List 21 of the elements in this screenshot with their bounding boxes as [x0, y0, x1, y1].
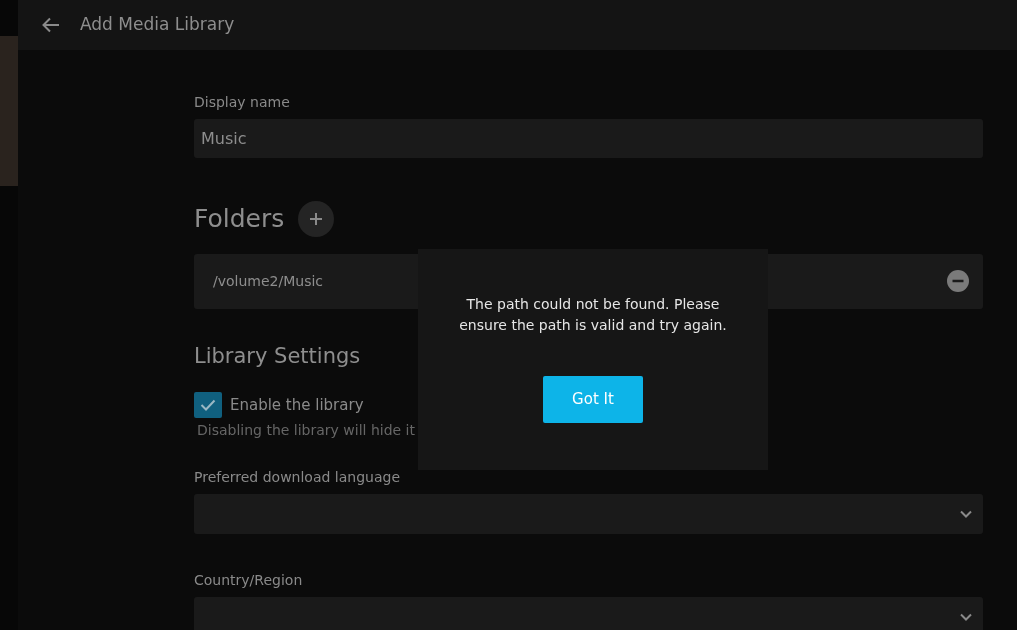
dropdown-field[interactable]: [194, 597, 983, 630]
remove-icon[interactable]: [947, 270, 969, 292]
add-folder-button[interactable]: [298, 200, 335, 237]
checkbox[interactable]: [194, 392, 222, 418]
section-heading: Library Settings: [194, 342, 362, 370]
display-name-field[interactable]: Music: [194, 119, 983, 158]
field-label: Display name: [194, 93, 291, 112]
page-title: Add Media Library: [80, 13, 235, 37]
plus-icon: [310, 212, 323, 225]
hint-text: Disabling the library will hide it: [196, 421, 416, 440]
field-label: Country/Region: [194, 571, 304, 590]
chevron-down-icon: [960, 613, 972, 621]
checkmark-icon: [200, 399, 216, 411]
folder-path: /volume2/Music: [213, 271, 324, 291]
back-arrow-icon[interactable]: [42, 17, 60, 33]
dialog-message: The path could not be found. Please ensure the path is valid and try again.: [458, 295, 728, 335]
chevron-down-icon: [960, 510, 972, 518]
section-heading: Folders: [194, 203, 285, 235]
checkbox-label: Enable the library: [230, 394, 364, 416]
field-label: Preferred download language: [194, 468, 402, 487]
dropdown-field[interactable]: [194, 494, 983, 534]
